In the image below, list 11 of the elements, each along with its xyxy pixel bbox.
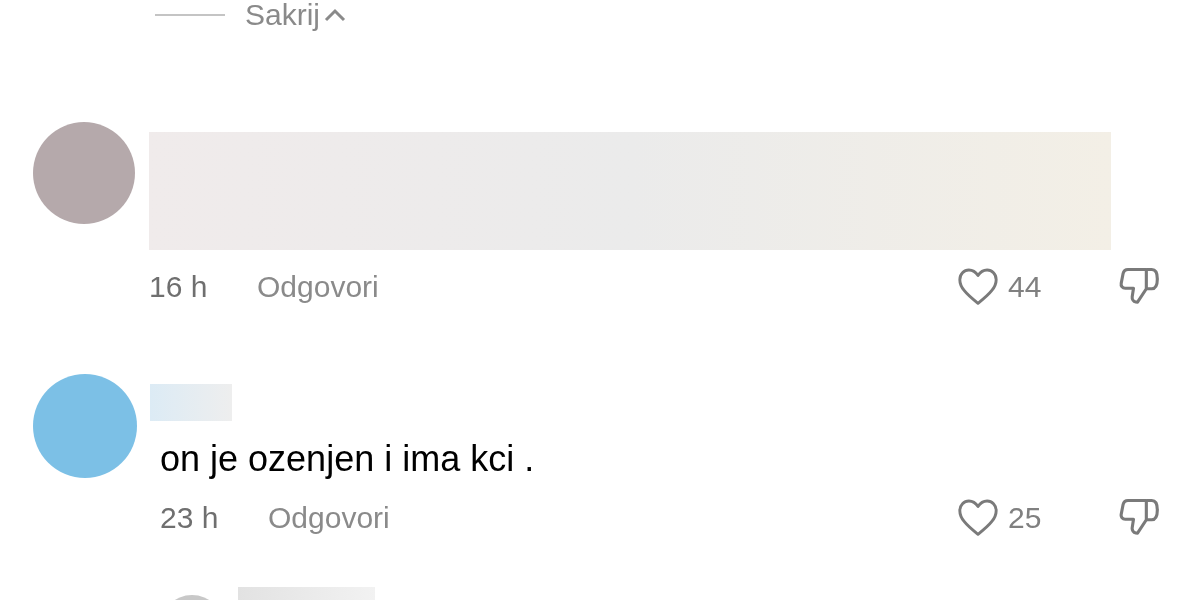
hide-replies-button[interactable]: Sakrij — [245, 0, 346, 30]
heart-icon — [956, 497, 1000, 537]
comment-time: 23 h — [160, 499, 220, 536]
comment-time: 16 h — [149, 268, 209, 305]
heart-icon — [956, 266, 1000, 306]
like-button[interactable]: 25 — [956, 494, 1076, 540]
reply-link[interactable]: Odgovori — [268, 494, 390, 540]
like-button[interactable]: 44 — [956, 263, 1076, 309]
comment-text: on je ozenjen i ima kci . — [160, 437, 536, 481]
caret-up-icon — [324, 8, 346, 22]
reply-link[interactable]: Odgovori — [257, 263, 379, 309]
